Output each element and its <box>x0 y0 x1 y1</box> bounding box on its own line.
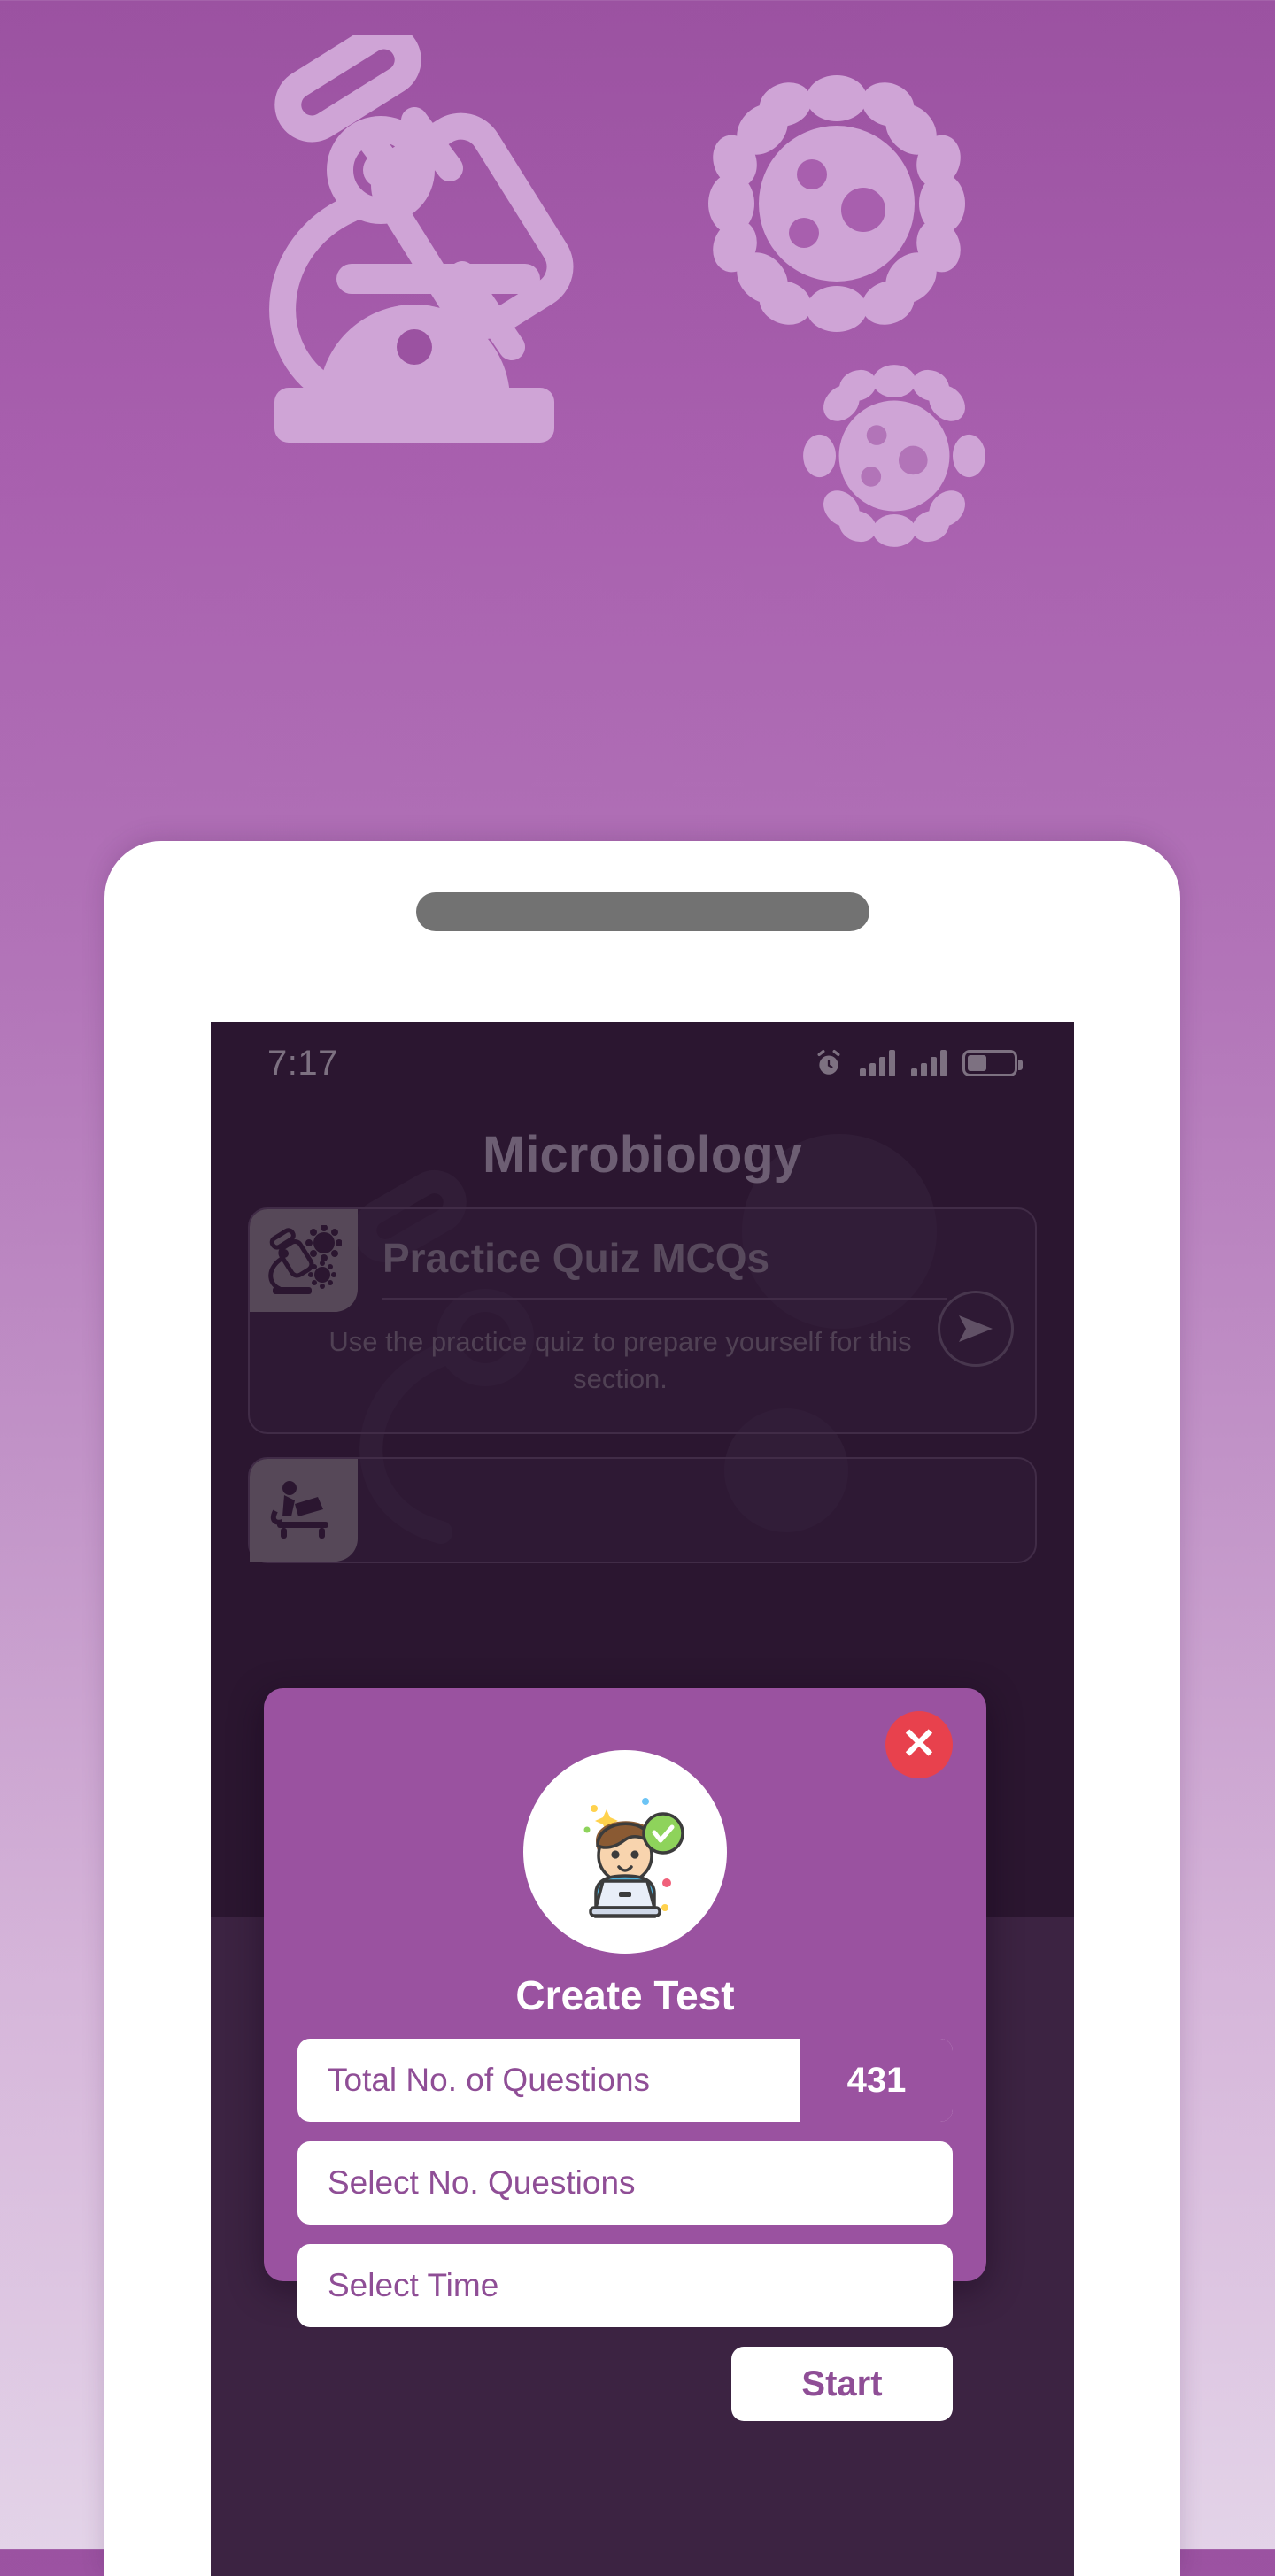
start-button[interactable]: Start <box>731 2347 953 2421</box>
field-placeholder: Select No. Questions <box>328 2164 636 2201</box>
card-practice-quiz[interactable]: Practice Quiz MCQs Use the practice quiz… <box>248 1207 1037 1434</box>
field-label: Total No. of Questions <box>328 2062 651 2098</box>
app-page-content: Microbiology Practice Quiz MCQs Use the … <box>211 1022 1074 1917</box>
status-clock: 7:17 <box>267 1043 338 1083</box>
card-description: Use the practice quiz to prepare yoursel… <box>328 1326 912 1394</box>
alarm-clock-icon <box>817 1049 840 1075</box>
field-total-questions: Total No. of Questions 431 <box>298 2039 953 2122</box>
send-arrow-icon[interactable] <box>938 1291 1014 1367</box>
field-placeholder: Select Time <box>328 2267 499 2303</box>
select-time-input[interactable]: Select Time <box>298 2244 953 2327</box>
battery-icon <box>962 1050 1023 1076</box>
virus-small-illustration <box>803 365 985 547</box>
signal-bars-icon <box>911 1050 947 1076</box>
status-bar: 7:17 <box>211 1022 1074 1104</box>
page-title: Microbiology <box>483 1126 802 1184</box>
phone-speaker-grille <box>415 892 869 931</box>
microscope-illustration <box>269 35 574 443</box>
signal-bars-icon <box>860 1050 895 1076</box>
modal-title: Create Test <box>515 1972 735 2018</box>
close-x-icon[interactable]: ✕ <box>885 1711 953 1778</box>
card-secondary[interactable] <box>248 1457 1037 1563</box>
card-title: Practice Quiz MCQs <box>382 1235 770 1281</box>
phone-screen: 7:17 Microbiology Practice Quiz MCQs Use… <box>211 1022 1074 2576</box>
phone-mockup: 7:17 Microbiology Practice Quiz MCQs Use… <box>104 841 1180 2576</box>
select-no-questions-input[interactable]: Select No. Questions <box>298 2141 953 2225</box>
hero-illustration-area <box>0 0 1275 850</box>
microscope-virus-icon <box>250 1209 358 1312</box>
virus-large-illustration <box>708 75 965 332</box>
person-studying-icon <box>250 1459 358 1562</box>
student-laptop-avatar-icon <box>523 1750 727 1954</box>
create-test-modal: ✕ Create Test Total No. of Questions 431… <box>264 1688 986 2421</box>
status-badge: 431 <box>800 2039 953 2122</box>
